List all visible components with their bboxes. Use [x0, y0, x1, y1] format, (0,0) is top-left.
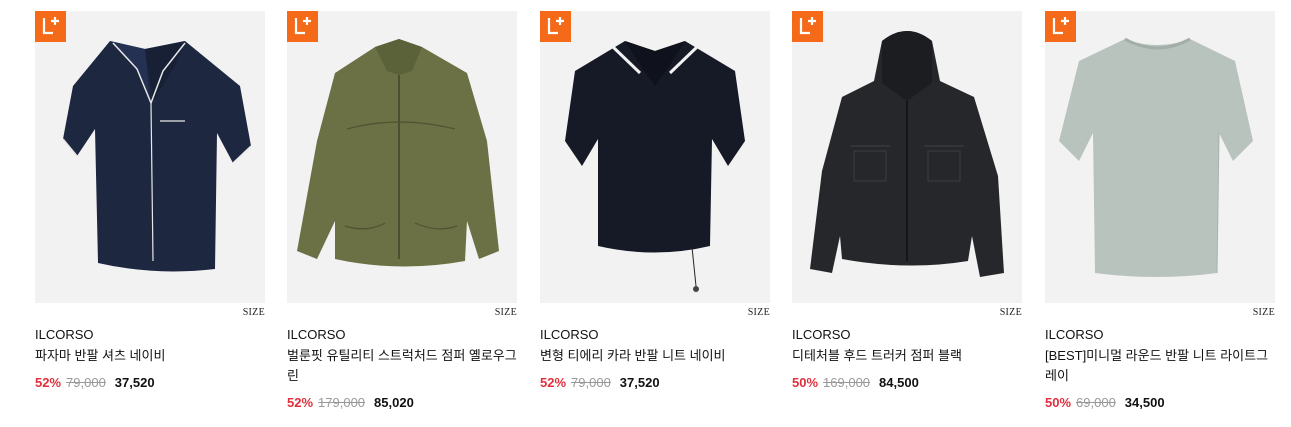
l-plus-icon: [35, 11, 66, 42]
product-image[interactable]: [287, 11, 517, 303]
price-row: 52% 79,000 37,520: [35, 375, 155, 390]
product-image[interactable]: [792, 11, 1022, 303]
sale-price: 84,500: [879, 375, 919, 390]
original-price: 169,000: [823, 375, 871, 390]
brand-name[interactable]: ILCORSO: [792, 327, 851, 342]
product-card[interactable]: SIZE ILCORSO 벌룬핏 유틸리티 스트럭처드 점퍼 옐로우그린 52%…: [287, 11, 517, 410]
discount-rate: 52%: [287, 395, 314, 410]
brand-name[interactable]: ILCORSO: [287, 327, 346, 342]
product-name[interactable]: 벌룬핏 유틸리티 스트럭처드 점퍼 옐로우그린: [287, 346, 519, 386]
l-plus-icon: [287, 11, 318, 42]
product-card[interactable]: SIZE ILCORSO 디테처블 후드 트러커 점퍼 블랙 50% 169,00…: [792, 11, 1022, 390]
product-card[interactable]: SIZE ILCORSO 변형 티에리 카라 반팔 니트 네이비 52% 79,0…: [540, 11, 770, 390]
knit-polo-image: [565, 41, 745, 292]
product-image[interactable]: [540, 11, 770, 303]
price-row: 52% 179,000 85,020: [287, 395, 414, 410]
sale-price: 34,500: [1124, 395, 1165, 410]
original-price: 79,000: [66, 375, 106, 390]
product-name[interactable]: 디테처블 후드 트러커 점퍼 블랙: [792, 346, 1024, 366]
l-plus-icon: [540, 11, 571, 42]
size-label[interactable]: SIZE: [1253, 307, 1275, 318]
size-label[interactable]: SIZE: [748, 307, 770, 318]
original-price: 69,000: [1076, 395, 1116, 410]
brand-name[interactable]: ILCORSO: [1045, 327, 1104, 342]
price-row: 52% 79,000 37,520: [540, 375, 660, 390]
product-image[interactable]: [1045, 11, 1275, 303]
brand-name[interactable]: ILCORSO: [35, 327, 94, 342]
discount-rate: 50%: [1045, 395, 1072, 410]
product-card[interactable]: SIZE ILCORSO [BEST]미니멀 라운드 반팔 니트 라이트그레이 …: [1045, 11, 1275, 410]
product-name[interactable]: 변형 티에리 카라 반팔 니트 네이비: [540, 346, 772, 366]
product-image[interactable]: [35, 11, 265, 303]
discount-rate: 52%: [540, 375, 567, 390]
product-name[interactable]: [BEST]미니멀 라운드 반팔 니트 라이트그레이: [1045, 346, 1277, 386]
jacket-image: [297, 39, 499, 267]
size-label[interactable]: SIZE: [1000, 307, 1022, 318]
sale-price: 37,520: [114, 375, 155, 390]
original-price: 79,000: [571, 375, 611, 390]
trucker-jacket-image: [810, 31, 1004, 277]
price-row: 50% 169,000 84,500: [792, 375, 919, 390]
price-row: 50% 69,000 34,500: [1045, 395, 1165, 410]
product-name[interactable]: 파자마 반팔 셔츠 네이비: [35, 346, 267, 366]
tshirt-image: [1059, 37, 1253, 277]
sale-price: 37,520: [619, 375, 660, 390]
product-card[interactable]: SIZE ILCORSO 파자마 반팔 셔츠 네이비 52% 79,000 37,5…: [35, 11, 265, 390]
size-label[interactable]: SIZE: [495, 307, 517, 318]
shirt-image: [62, 41, 252, 272]
discount-rate: 52%: [35, 375, 62, 390]
product-grid: SIZE ILCORSO 파자마 반팔 셔츠 네이비 52% 79,000 37,5…: [0, 0, 1291, 427]
l-plus-icon: [792, 11, 823, 42]
sale-price: 85,020: [374, 395, 414, 410]
l-plus-icon: [1045, 11, 1076, 42]
discount-rate: 50%: [792, 375, 819, 390]
brand-name[interactable]: ILCORSO: [540, 327, 599, 342]
size-label[interactable]: SIZE: [243, 307, 265, 318]
original-price: 179,000: [318, 395, 366, 410]
